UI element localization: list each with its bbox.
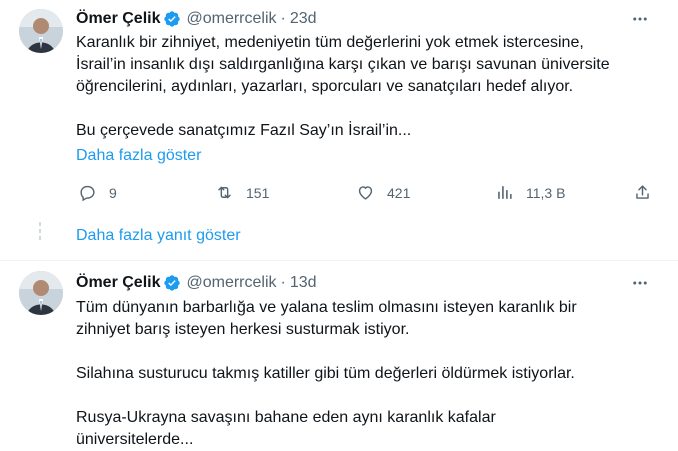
tweet-text-line: öğrencilerini, aydınları, yazarları, spo… bbox=[76, 78, 574, 95]
tweet[interactable]: Ömer Çelik @omerrcelik · 13d Tüm dünyanı… bbox=[0, 261, 678, 450]
author-handle[interactable]: @omerrcelik bbox=[186, 10, 276, 28]
repost-count: 151 bbox=[246, 184, 270, 201]
tweet-text: Karanlık bir zihniyet, medeniyetin tüm d… bbox=[76, 32, 661, 142]
like-button[interactable]: 421 bbox=[356, 183, 410, 202]
tweet-header: Ömer Çelik @omerrcelik · 13d bbox=[76, 273, 317, 293]
timestamp[interactable]: 23d bbox=[290, 10, 317, 28]
like-icon bbox=[358, 186, 373, 200]
show-more-link[interactable]: Daha fazla göster bbox=[76, 147, 201, 165]
separator-dot: · bbox=[280, 274, 286, 291]
tweet-text-line: üniversitelerde... bbox=[76, 431, 194, 448]
tweet-text-line: Karanlık bir zihniyet, medeniyetin tüm d… bbox=[76, 34, 584, 51]
share-button[interactable] bbox=[633, 183, 652, 202]
tweet-text-line: Bu çerçevede sanatçımız Fazıl Say’ın İsr… bbox=[76, 122, 412, 139]
tweet-text-line: zihniyet barış isteyen herkesi susturmak… bbox=[76, 321, 410, 338]
action-bar: 9 151 421 11,3 B bbox=[76, 183, 656, 205]
more-options-icon[interactable] bbox=[630, 9, 650, 29]
reply-count: 9 bbox=[109, 184, 117, 201]
tweet[interactable]: Ömer Çelik @omerrcelik · 23d Karanlık bi… bbox=[0, 0, 678, 260]
tweet-header: Ömer Çelik @omerrcelik · 23d bbox=[76, 9, 317, 29]
tweet-text-line: Silahına susturucu takmış katiller gibi … bbox=[76, 365, 575, 382]
reply-button[interactable]: 9 bbox=[78, 183, 117, 202]
author-name[interactable]: Ömer Çelik bbox=[76, 274, 160, 292]
reply-icon bbox=[80, 185, 95, 202]
tweet-text: Tüm dünyanın barbarlığa ve yalana teslim… bbox=[76, 297, 661, 451]
share-icon bbox=[636, 185, 649, 199]
verified-badge-icon bbox=[164, 275, 181, 291]
repost-icon bbox=[218, 186, 231, 199]
avatar[interactable] bbox=[19, 271, 63, 315]
repost-button[interactable]: 151 bbox=[215, 183, 269, 202]
thread-connector bbox=[39, 222, 41, 243]
views-button[interactable]: 11,3 B bbox=[495, 183, 565, 202]
timestamp[interactable]: 13d bbox=[290, 274, 317, 292]
like-count: 421 bbox=[387, 184, 411, 201]
tweet-text-line: Rusya-Ukrayna savaşını bahane eden aynı … bbox=[76, 409, 496, 426]
avatar[interactable] bbox=[19, 9, 63, 53]
more-options-icon[interactable] bbox=[630, 273, 650, 293]
views-count: 11,3 B bbox=[526, 184, 566, 201]
tweet-text-line: Tüm dünyanın barbarlığa ve yalana teslim… bbox=[76, 299, 577, 316]
verified-badge-icon bbox=[164, 11, 181, 27]
author-handle[interactable]: @omerrcelik bbox=[186, 274, 276, 292]
views-icon bbox=[498, 186, 512, 199]
separator-dot: · bbox=[280, 10, 286, 27]
tweet-text-line: İsrail’in insanlık dışı saldırganlığına … bbox=[76, 56, 610, 73]
author-name[interactable]: Ömer Çelik bbox=[76, 10, 160, 28]
show-more-replies-link[interactable]: Daha fazla yanıt göster bbox=[76, 227, 241, 245]
